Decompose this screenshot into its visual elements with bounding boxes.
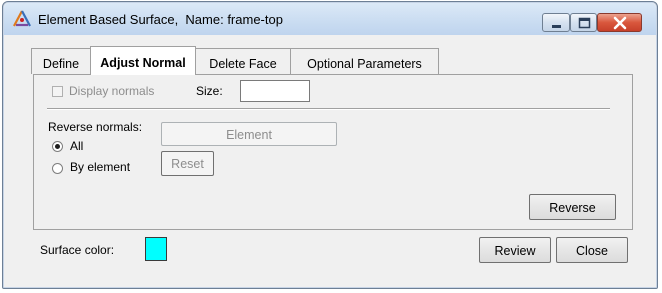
tab-define[interactable]: Define <box>31 48 91 74</box>
surface-color-label: Surface color: <box>40 243 115 257</box>
display-normals-label: Display normals <box>69 84 155 98</box>
radio-all[interactable] <box>52 141 63 152</box>
window-close-button[interactable] <box>597 13 642 32</box>
radio-by-element-label: By element <box>70 160 131 174</box>
display-normals-checkbox[interactable] <box>52 86 63 97</box>
adjust-normal-panel: Display normals Size: Reverse normals: A… <box>33 74 633 230</box>
tab-adjust-normal-label: Adjust Normal <box>100 56 186 70</box>
close-x-icon <box>613 16 627 30</box>
tab-adjust-normal[interactable]: Adjust Normal <box>90 46 196 75</box>
minimize-icon <box>552 25 561 28</box>
tab-define-label: Define <box>42 57 80 71</box>
section-divider <box>47 108 610 110</box>
reverse-normals-label: Reverse normals: <box>48 120 143 134</box>
maximize-button[interactable] <box>570 13 597 32</box>
reset-button[interactable]: Reset <box>161 151 214 176</box>
tab-optional-parameters[interactable]: Optional Parameters <box>290 48 439 74</box>
title-bar[interactable]: Element Based Surface, Name: frame-top <box>4 3 656 35</box>
app-logo-icon <box>12 10 32 28</box>
minimize-button[interactable] <box>542 13 570 32</box>
dialog-window: Element Based Surface, Name: frame-top D… <box>2 1 658 289</box>
review-button[interactable]: Review <box>479 237 551 263</box>
radio-by-element[interactable] <box>52 163 63 174</box>
maximize-icon <box>578 17 591 29</box>
tab-delete-face[interactable]: Delete Face <box>195 48 291 74</box>
surface-color-swatch[interactable] <box>145 237 167 261</box>
reverse-button[interactable]: Reverse <box>529 194 616 220</box>
element-button[interactable]: Element <box>161 122 337 146</box>
size-input[interactable] <box>240 80 310 102</box>
radio-all-label: All <box>70 139 84 153</box>
close-button[interactable]: Close <box>556 237 628 263</box>
tab-delete-face-label: Delete Face <box>209 57 277 71</box>
tab-optional-parameters-label: Optional Parameters <box>307 57 422 71</box>
size-label: Size: <box>196 84 223 98</box>
window-title: Element Based Surface, Name: frame-top <box>38 12 283 27</box>
